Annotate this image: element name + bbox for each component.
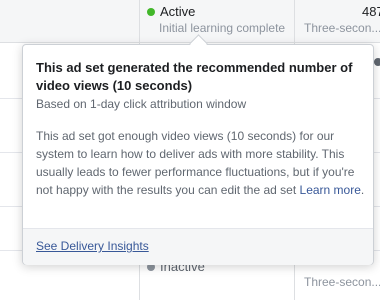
status-label: Active bbox=[160, 4, 196, 19]
tooltip-body: This ad set got enough video views (10 s… bbox=[36, 127, 366, 199]
active-status-dot-icon bbox=[147, 7, 155, 16]
tooltip-footer: See Delivery Insights bbox=[23, 228, 373, 265]
tooltip-body-end: . bbox=[360, 183, 365, 197]
result-type-label: Three-secon... bbox=[304, 275, 380, 289]
delivery-status-active[interactable]: Active bbox=[147, 4, 195, 19]
status-dot-icon bbox=[374, 58, 380, 66]
status-sublabel: Initial learning complete bbox=[159, 21, 286, 35]
learning-status-tooltip: This ad set generated the recommended nu… bbox=[22, 44, 374, 265]
learn-more-link[interactable]: Learn more bbox=[300, 183, 361, 197]
results-value: 487 bbox=[362, 4, 380, 19]
tooltip-subtitle: Based on 1-day click attribution window bbox=[36, 97, 247, 111]
see-delivery-insights-link[interactable]: See Delivery Insights bbox=[36, 239, 149, 253]
result-type-label: Three-secon... bbox=[304, 21, 380, 35]
tooltip-title: This ad set generated the recommended nu… bbox=[36, 60, 353, 93]
